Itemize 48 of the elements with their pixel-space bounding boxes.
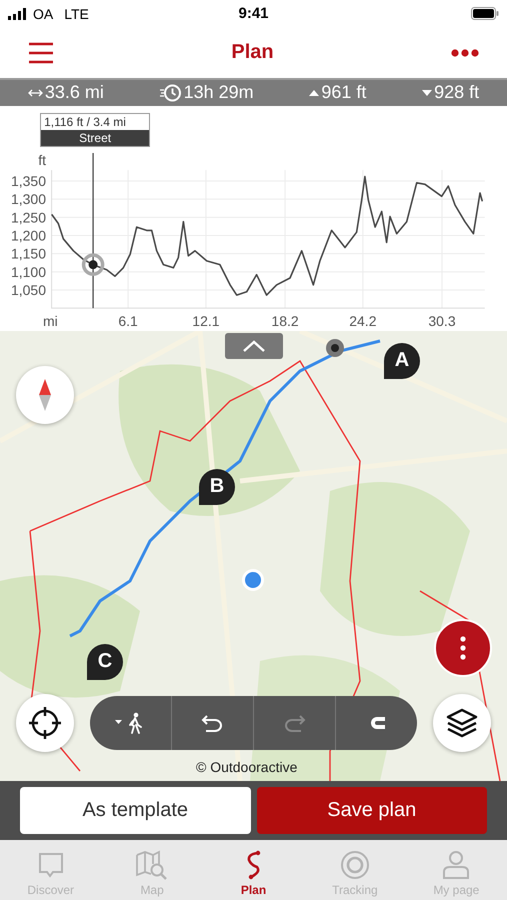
- carrier-name: OA: [33, 6, 54, 22]
- compass-icon: [39, 378, 51, 411]
- person-icon: [442, 850, 470, 880]
- distance-icon: [28, 88, 43, 97]
- ascent-icon: [309, 90, 320, 96]
- axis-label: 30.3: [428, 312, 456, 329]
- axis-label: 12.1: [192, 312, 220, 329]
- descent-icon: [422, 90, 432, 96]
- stat-value: 13h 29m: [184, 82, 254, 104]
- menu-icon[interactable]: [28, 42, 54, 64]
- tab-item[interactable]: Plan: [202, 840, 304, 900]
- target-icon: [340, 850, 370, 880]
- redo-icon: [284, 714, 306, 732]
- stat-value: 33.6 mi: [44, 82, 104, 104]
- axis-label: 18.2: [271, 312, 299, 329]
- template-button[interactable]: As template: [20, 786, 250, 834]
- collapse-button[interactable]: [225, 332, 283, 359]
- battery-icon: [471, 7, 499, 20]
- axis-label: 1,250: [10, 209, 46, 226]
- axis-unit: mi: [43, 312, 58, 329]
- tooltip-value: 1,116 ft / 3.4 mi: [43, 114, 127, 130]
- tooltip-surface: Street: [41, 130, 150, 146]
- axis-label: 6.1: [118, 312, 138, 329]
- cursor-drawing[interactable]: [82, 152, 104, 308]
- more-icon[interactable]: [451, 48, 479, 57]
- axis-label: 1,300: [10, 191, 46, 207]
- crosshair-icon: [28, 706, 62, 740]
- stat-value: 961 ft: [321, 82, 366, 104]
- axis-label: 1,150: [10, 246, 46, 262]
- page-title: Plan: [231, 41, 274, 64]
- axis-label: 1,350: [10, 172, 46, 189]
- map-attribution: © Outdooractive: [196, 758, 298, 775]
- save-button[interactable]: Save plan: [256, 786, 487, 834]
- axis-label: 1,200: [10, 227, 46, 244]
- chevron-up-icon: [243, 340, 265, 352]
- axis-label: 1,050: [10, 282, 46, 298]
- signal-icon: [8, 8, 28, 20]
- axis-label: 1,100: [10, 264, 46, 280]
- clock-icon: [160, 84, 182, 102]
- map-search-icon: [135, 850, 170, 880]
- clock-time: 9:41: [238, 5, 269, 22]
- undo-icon: [201, 714, 224, 732]
- axis-unit: ft: [38, 152, 46, 168]
- layers-icon: [446, 708, 478, 738]
- stat-value: 928 ft: [434, 82, 480, 104]
- network-type: LTE: [64, 6, 89, 22]
- axis-label: 24.2: [349, 312, 376, 329]
- more-vertical-icon: [460, 636, 466, 660]
